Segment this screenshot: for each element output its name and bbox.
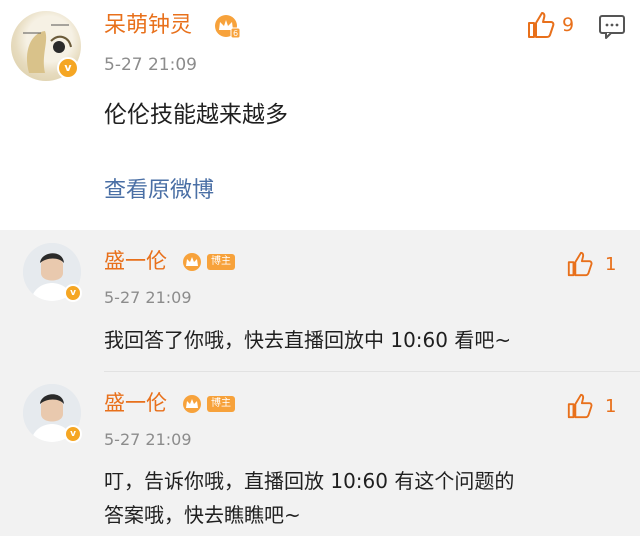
svg-text:6: 6 xyxy=(233,29,238,38)
like-thumb-icon[interactable] xyxy=(566,392,594,420)
reply-text-line-1: 叮，告诉你哦，直播回放 10:60 有这个问题的 xyxy=(104,469,515,493)
like-thumb-icon[interactable] xyxy=(566,250,594,278)
like-count: 9 xyxy=(562,14,575,36)
member-crown-icon xyxy=(183,253,201,271)
verified-badge-icon: v xyxy=(64,284,82,302)
reply-timestamp: 5-27 21:09 xyxy=(104,288,192,307)
blogger-tag-badge: 博主 xyxy=(207,396,235,412)
blogger-tag-badge: 博主 xyxy=(207,254,235,270)
reply-text-line-2: 答案哦，快去瞧瞧吧~ xyxy=(104,503,301,527)
replier-username[interactable]: 盛一伦 xyxy=(104,388,167,418)
reply-divider xyxy=(104,371,640,372)
member-crown-icon xyxy=(183,395,201,413)
member-crown-icon: 6 xyxy=(215,15,240,38)
commenter-username[interactable]: 呆萌钟灵 xyxy=(104,10,192,42)
top-comment: v 呆萌钟灵 6 5-27 21:09 伦伦技能越来越多 查看原微博 9 xyxy=(0,0,640,230)
verified-badge-icon: v xyxy=(57,57,79,79)
reply-comment-icon[interactable] xyxy=(598,14,626,40)
like-thumb-icon[interactable] xyxy=(526,10,556,40)
reply-timestamp: 5-27 21:09 xyxy=(104,430,192,449)
view-original-weibo-link[interactable]: 查看原微博 xyxy=(104,174,214,208)
verified-badge-icon: v xyxy=(64,425,82,443)
comment-text: 伦伦技能越来越多 xyxy=(104,102,288,128)
reply-like-count: 1 xyxy=(605,396,617,417)
reply-text: 我回答了你哦，快去直播回放中 10:60 看吧~ xyxy=(104,328,512,352)
reply-like-count: 1 xyxy=(605,254,617,275)
replier-username[interactable]: 盛一伦 xyxy=(104,246,167,276)
comment-timestamp: 5-27 21:09 xyxy=(104,55,197,75)
